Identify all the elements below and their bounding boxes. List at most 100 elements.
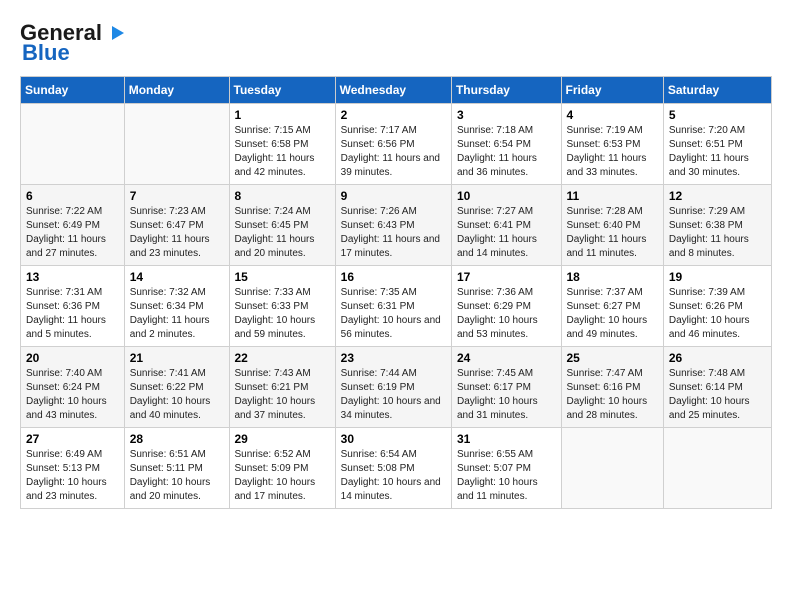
day-number: 23 [341, 351, 446, 365]
day-cell: 6 Sunrise: 7:22 AMSunset: 6:49 PMDaylight… [21, 185, 125, 266]
day-number: 2 [341, 108, 446, 122]
day-cell: 4 Sunrise: 7:19 AMSunset: 6:53 PMDaylight… [561, 104, 663, 185]
day-cell: 23 Sunrise: 7:44 AMSunset: 6:19 PMDayligh… [335, 347, 451, 428]
header-cell-saturday: Saturday [663, 77, 771, 104]
day-number: 20 [26, 351, 119, 365]
day-info: Sunrise: 7:40 AMSunset: 6:24 PMDaylight:… [26, 367, 119, 423]
day-number: 26 [669, 351, 766, 365]
day-info: Sunrise: 7:35 AMSunset: 6:31 PMDaylight:… [341, 286, 446, 342]
day-info: Sunrise: 6:49 AMSunset: 5:13 PMDaylight:… [26, 448, 119, 504]
header-cell-sunday: Sunday [21, 77, 125, 104]
day-cell: 9Sunrise: 7:26 AMSunset: 6:43 PMDaylight… [335, 185, 451, 266]
day-info: Sunrise: 7:48 AMSunset: 6:14 PMDaylight:… [669, 367, 766, 423]
day-cell: 15 Sunrise: 7:33 AMSunset: 6:33 PMDayligh… [229, 266, 335, 347]
day-number: 10 [457, 189, 556, 203]
day-info: Sunrise: 7:44 AMSunset: 6:19 PMDaylight:… [341, 367, 446, 423]
day-cell: 28 Sunrise: 6:51 AMSunset: 5:11 PMDayligh… [124, 428, 229, 509]
logo: General Blue [20, 20, 126, 66]
day-number: 30 [341, 432, 446, 446]
day-number: 21 [130, 351, 224, 365]
day-cell: 10 Sunrise: 7:27 AMSunset: 6:41 PMDayligh… [451, 185, 561, 266]
header: General Blue [20, 20, 772, 66]
day-number: 7 [130, 189, 224, 203]
day-cell: 18Sunrise: 7:37 AMSunset: 6:27 PMDayligh… [561, 266, 663, 347]
day-info: Sunrise: 7:29 AMSunset: 6:38 PMDaylight:… [669, 205, 766, 261]
day-number: 6 [26, 189, 119, 203]
day-cell: 19 Sunrise: 7:39 AMSunset: 6:26 PMDayligh… [663, 266, 771, 347]
day-info: Sunrise: 7:41 AMSunset: 6:22 PMDaylight:… [130, 367, 224, 423]
day-cell: 3 Sunrise: 7:18 AMSunset: 6:54 PMDaylight… [451, 104, 561, 185]
day-cell: 17 Sunrise: 7:36 AMSunset: 6:29 PMDayligh… [451, 266, 561, 347]
day-info: Sunrise: 7:36 AMSunset: 6:29 PMDaylight:… [457, 286, 556, 342]
header-cell-tuesday: Tuesday [229, 77, 335, 104]
day-cell: 1 Sunrise: 7:15 AMSunset: 6:58 PMDaylight… [229, 104, 335, 185]
day-number: 22 [235, 351, 330, 365]
day-cell: 16 Sunrise: 7:35 AMSunset: 6:31 PMDayligh… [335, 266, 451, 347]
day-number: 15 [235, 270, 330, 284]
day-number: 29 [235, 432, 330, 446]
week-row-0: 1 Sunrise: 7:15 AMSunset: 6:58 PMDaylight… [21, 104, 772, 185]
day-number: 5 [669, 108, 766, 122]
day-cell: 21 Sunrise: 7:41 AMSunset: 6:22 PMDayligh… [124, 347, 229, 428]
day-info: Sunrise: 7:43 AMSunset: 6:21 PMDaylight:… [235, 367, 330, 423]
header-cell-monday: Monday [124, 77, 229, 104]
day-info: Sunrise: 7:45 AMSunset: 6:17 PMDaylight:… [457, 367, 556, 423]
day-number: 4 [567, 108, 658, 122]
day-number: 24 [457, 351, 556, 365]
day-cell [663, 428, 771, 509]
day-info: Sunrise: 6:51 AMSunset: 5:11 PMDaylight:… [130, 448, 224, 504]
day-number: 8 [235, 189, 330, 203]
day-info: Sunrise: 7:22 AMSunset: 6:49 PMDaylight:… [26, 205, 119, 261]
day-cell: 8Sunrise: 7:24 AMSunset: 6:45 PMDaylight… [229, 185, 335, 266]
day-cell: 30 Sunrise: 6:54 AMSunset: 5:08 PMDayligh… [335, 428, 451, 509]
day-number: 11 [567, 189, 658, 203]
day-number: 3 [457, 108, 556, 122]
day-cell: 11 Sunrise: 7:28 AMSunset: 6:40 PMDayligh… [561, 185, 663, 266]
logo-icon [104, 22, 126, 44]
day-number: 12 [669, 189, 766, 203]
day-cell: 2Sunrise: 7:17 AMSunset: 6:56 PMDaylight… [335, 104, 451, 185]
calendar-table: SundayMondayTuesdayWednesdayThursdayFrid… [20, 76, 772, 509]
day-info: Sunrise: 7:18 AMSunset: 6:54 PMDaylight:… [457, 124, 556, 180]
day-number: 1 [235, 108, 330, 122]
day-info: Sunrise: 6:52 AMSunset: 5:09 PMDaylight:… [235, 448, 330, 504]
day-info: Sunrise: 6:55 AMSunset: 5:07 PMDaylight:… [457, 448, 556, 504]
day-number: 17 [457, 270, 556, 284]
day-number: 27 [26, 432, 119, 446]
header-cell-wednesday: Wednesday [335, 77, 451, 104]
day-cell: 29 Sunrise: 6:52 AMSunset: 5:09 PMDayligh… [229, 428, 335, 509]
day-info: Sunrise: 7:33 AMSunset: 6:33 PMDaylight:… [235, 286, 330, 342]
day-number: 25 [567, 351, 658, 365]
day-info: Sunrise: 7:23 AMSunset: 6:47 PMDaylight:… [130, 205, 224, 261]
day-info: Sunrise: 7:19 AMSunset: 6:53 PMDaylight:… [567, 124, 658, 180]
day-cell: 5Sunrise: 7:20 AMSunset: 6:51 PMDaylight… [663, 104, 771, 185]
day-cell: 20 Sunrise: 7:40 AMSunset: 6:24 PMDayligh… [21, 347, 125, 428]
day-number: 18 [567, 270, 658, 284]
day-cell: 22 Sunrise: 7:43 AMSunset: 6:21 PMDayligh… [229, 347, 335, 428]
day-info: Sunrise: 7:32 AMSunset: 6:34 PMDaylight:… [130, 286, 224, 342]
day-number: 13 [26, 270, 119, 284]
day-info: Sunrise: 7:47 AMSunset: 6:16 PMDaylight:… [567, 367, 658, 423]
header-cell-friday: Friday [561, 77, 663, 104]
day-cell: 27 Sunrise: 6:49 AMSunset: 5:13 PMDayligh… [21, 428, 125, 509]
week-row-1: 6 Sunrise: 7:22 AMSunset: 6:49 PMDaylight… [21, 185, 772, 266]
day-info: Sunrise: 6:54 AMSunset: 5:08 PMDaylight:… [341, 448, 446, 504]
day-info: Sunrise: 7:15 AMSunset: 6:58 PMDaylight:… [235, 124, 330, 180]
day-cell [124, 104, 229, 185]
day-info: Sunrise: 7:31 AMSunset: 6:36 PMDaylight:… [26, 286, 119, 342]
day-cell: 26 Sunrise: 7:48 AMSunset: 6:14 PMDayligh… [663, 347, 771, 428]
day-number: 19 [669, 270, 766, 284]
day-info: Sunrise: 7:26 AMSunset: 6:43 PMDaylight:… [341, 205, 446, 261]
day-cell: 14Sunrise: 7:32 AMSunset: 6:34 PMDayligh… [124, 266, 229, 347]
week-row-3: 20 Sunrise: 7:40 AMSunset: 6:24 PMDayligh… [21, 347, 772, 428]
day-info: Sunrise: 7:27 AMSunset: 6:41 PMDaylight:… [457, 205, 556, 261]
day-number: 16 [341, 270, 446, 284]
day-cell [561, 428, 663, 509]
day-info: Sunrise: 7:39 AMSunset: 6:26 PMDaylight:… [669, 286, 766, 342]
day-cell [21, 104, 125, 185]
day-cell: 7 Sunrise: 7:23 AMSunset: 6:47 PMDaylight… [124, 185, 229, 266]
day-number: 28 [130, 432, 224, 446]
day-info: Sunrise: 7:28 AMSunset: 6:40 PMDaylight:… [567, 205, 658, 261]
day-number: 31 [457, 432, 556, 446]
week-row-4: 27 Sunrise: 6:49 AMSunset: 5:13 PMDayligh… [21, 428, 772, 509]
